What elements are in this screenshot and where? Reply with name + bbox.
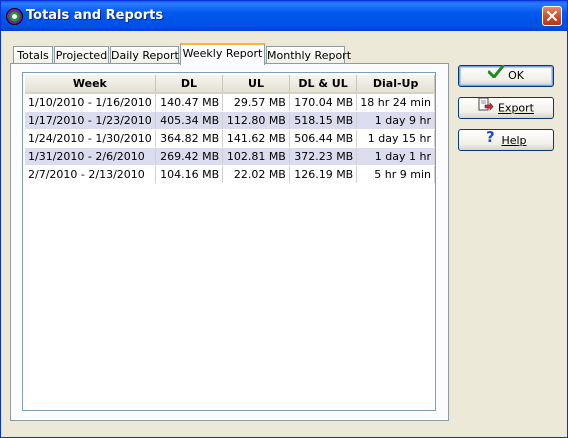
dial-up-cell: 5 hr 9 min: [356, 165, 435, 184]
dl-cell: 104.16 MB: [155, 165, 224, 184]
dl-cell: 140.47 MB: [155, 93, 224, 112]
week-cell: 2/7/2010 - 2/13/2010: [25, 165, 156, 184]
dial-up-cell: 1 day 9 hr: [356, 111, 435, 130]
tab-daily-report[interactable]: Daily Report: [110, 46, 179, 64]
table-row[interactable]: 1/24/2010 - 1/30/2010 364.82 MB 141.62 M…: [25, 129, 435, 148]
ul-cell: 102.81 MB: [222, 147, 290, 166]
tab-totals[interactable]: Totals: [13, 46, 53, 64]
dial-up-cell: 1 day 1 hr: [356, 147, 435, 166]
dial-up-cell: 1 day 15 hr: [356, 129, 435, 148]
app-logo-icon: [6, 8, 23, 25]
column-header-dl[interactable]: DL: [155, 75, 224, 94]
table-header-row: Week DL UL DL & UL Dial-Up: [25, 75, 435, 94]
export-button-label: Export: [497, 101, 534, 115]
dl-cell: 405.34 MB: [155, 111, 224, 130]
weekly-report-grid[interactable]: Week DL UL DL & UL Dial-Up 1/10/2010 - 1…: [22, 72, 436, 411]
dl-ul-cell: 126.19 MB: [289, 165, 358, 184]
column-header-dl-ul[interactable]: DL & UL: [289, 75, 358, 94]
close-button[interactable]: [542, 6, 562, 26]
window-title: Totals and Reports: [26, 8, 164, 23]
weekly-report-panel: Week DL UL DL & UL Dial-Up 1/10/2010 - 1…: [10, 63, 449, 421]
title-bar[interactable]: Totals and Reports: [1, 1, 567, 31]
export-button[interactable]: Export: [458, 97, 554, 119]
question-mark-icon: ?: [485, 128, 497, 151]
table-row[interactable]: 2/7/2010 - 2/13/2010 104.16 MB 22.02 MB …: [25, 165, 435, 184]
svg-text:?: ?: [486, 129, 495, 144]
dl-ul-cell: 518.15 MB: [289, 111, 358, 130]
week-cell: 1/31/2010 - 2/6/2010: [25, 147, 156, 166]
ok-button[interactable]: OK: [458, 64, 554, 87]
ul-cell: 141.62 MB: [222, 129, 290, 148]
ul-cell: 29.57 MB: [222, 93, 290, 112]
table-row[interactable]: 1/31/2010 - 2/6/2010 269.42 MB 102.81 MB…: [25, 147, 435, 166]
dl-ul-cell: 372.23 MB: [289, 147, 358, 166]
help-button-label: Help: [501, 134, 527, 147]
close-icon: [547, 11, 557, 21]
column-header-ul[interactable]: UL: [222, 75, 290, 94]
column-header-dial-up[interactable]: Dial-Up: [356, 75, 435, 94]
checkmark-icon: [487, 64, 505, 85]
dl-cell: 364.82 MB: [155, 129, 224, 148]
weekly-report-table: Week DL UL DL & UL Dial-Up 1/10/2010 - 1…: [25, 75, 435, 184]
export-icon: [478, 97, 494, 118]
table-row[interactable]: 1/10/2010 - 1/16/2010 140.47 MB 29.57 MB…: [25, 93, 435, 112]
dl-ul-cell: 506.44 MB: [289, 129, 358, 148]
dial-up-cell: 18 hr 24 min: [356, 93, 435, 112]
tab-projected[interactable]: Projected: [54, 46, 109, 64]
tab-monthly-report[interactable]: Monthly Report: [266, 46, 351, 64]
dl-cell: 269.42 MB: [155, 147, 224, 166]
dl-ul-cell: 170.04 MB: [289, 93, 358, 112]
totals-reports-window: Totals and Reports Totals Projected Dail…: [0, 0, 568, 438]
week-cell: 1/24/2010 - 1/30/2010: [25, 129, 156, 148]
week-cell: 1/10/2010 - 1/16/2010: [25, 93, 156, 112]
help-button[interactable]: ? Help: [458, 128, 554, 151]
tab-weekly-report[interactable]: Weekly Report: [180, 43, 265, 65]
ul-cell: 112.80 MB: [222, 111, 290, 130]
column-header-week[interactable]: Week: [25, 75, 156, 94]
ul-cell: 22.02 MB: [222, 165, 290, 184]
ok-button-label: OK: [508, 69, 524, 82]
table-row[interactable]: 1/17/2010 - 1/23/2010 405.34 MB 112.80 M…: [25, 111, 435, 130]
week-cell: 1/17/2010 - 1/23/2010: [25, 111, 156, 130]
